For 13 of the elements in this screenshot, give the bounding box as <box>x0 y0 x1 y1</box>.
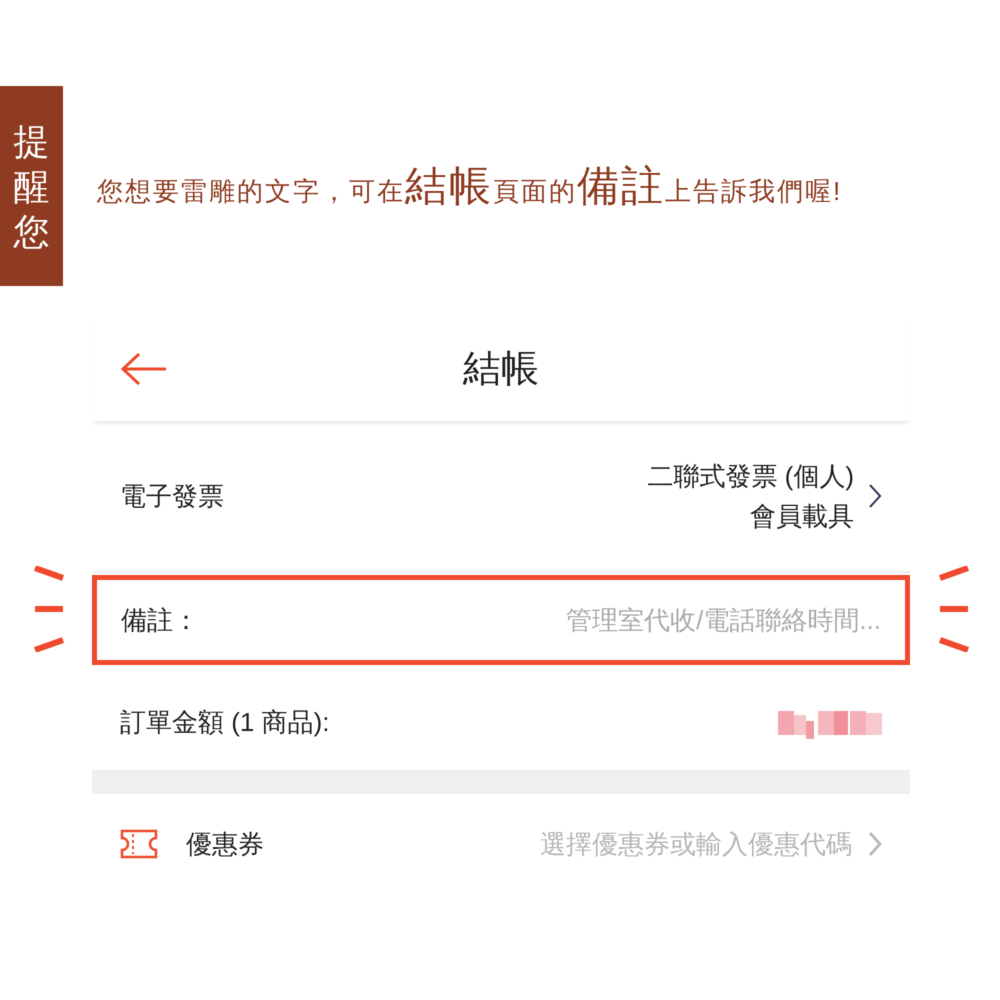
coupon-label: 優惠券 <box>186 828 264 860</box>
chevron-icon[interactable] <box>868 483 882 509</box>
remark-label: 備註： <box>121 604 199 636</box>
page-title: 結帳 <box>463 347 539 392</box>
order-total-label: 訂單金額 (1 商品): <box>120 706 330 739</box>
invoice-label: 電子發票 <box>120 480 224 512</box>
ticket-icon <box>120 829 158 859</box>
remark-placeholder: 管理室代收/電話聯絡時間... <box>566 604 881 636</box>
invoice-value[interactable]: 二聯式發票 (個人) 會員載具 <box>647 456 854 536</box>
remark-field[interactable]: 備註： 管理室代收/電話聯絡時間... <box>92 575 910 665</box>
side-tab-label: 提醒您 <box>14 120 50 254</box>
notice-text: 您想要雷雕的文字，可在結帳頁面的備註上告訴我們喔! <box>97 161 842 211</box>
back-arrow-icon[interactable] <box>120 352 168 386</box>
